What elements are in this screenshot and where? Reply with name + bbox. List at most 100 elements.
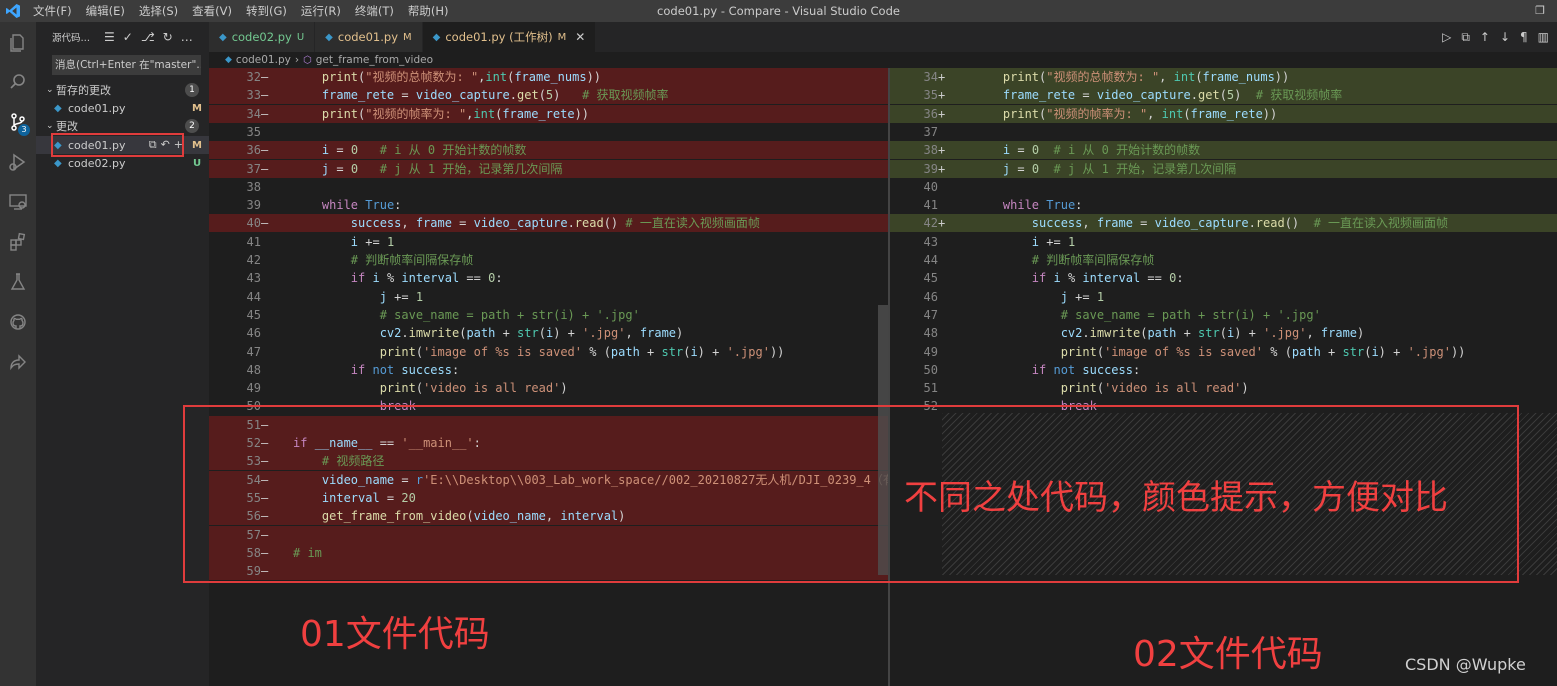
code-line[interactable]: 45 if i % interval == 0: — [890, 269, 1557, 287]
code-line[interactable]: 49 print('image of %s is saved' % (path … — [890, 343, 1557, 361]
code-line[interactable]: 35 — [209, 123, 889, 141]
code-line[interactable]: 47 print('image of %s is saved' % (path … — [209, 343, 889, 361]
line-number: 48 — [246, 362, 261, 377]
menu-edit[interactable]: 编辑(E) — [79, 0, 132, 22]
code-text: # save_name = path + str(i) + '.jpg' — [379, 307, 640, 322]
python-file-icon: ◆ — [432, 31, 441, 43]
code-text: cv2.imwrite(path + str(i) + '.jpg', fram… — [379, 326, 684, 341]
code-line[interactable]: 38 — [209, 178, 889, 196]
run-debug-icon[interactable] — [0, 142, 36, 182]
activity-bar: 3 — [0, 22, 36, 686]
breadcrumb-file[interactable]: code01.py — [236, 54, 291, 66]
restore-button[interactable]: ❐ — [1523, 0, 1557, 22]
code-line[interactable]: 43 i += 1 — [890, 233, 1557, 251]
code-text: print('video is all read') — [379, 381, 568, 396]
code-line[interactable]: 43 if i % interval == 0: — [209, 269, 889, 287]
staged-changes-label: 暂存的更改 — [56, 84, 111, 97]
previous-change-icon[interactable]: ↑ — [1480, 30, 1490, 44]
code-line[interactable]: 36— i = 0 # i 从 0 开始计数的帧数 — [209, 141, 889, 160]
line-number: 35 — [246, 124, 261, 139]
line-number: 37 — [246, 161, 261, 176]
toggle-whitespace-icon[interactable]: ¶ — [1520, 30, 1528, 44]
code-line[interactable]: 41 i += 1 — [209, 233, 889, 251]
code-line[interactable]: 41 while True: — [890, 196, 1557, 214]
code-line[interactable]: 33— frame_rete = video_capture.get(5) # … — [209, 86, 889, 105]
line-number: 42 — [246, 253, 261, 267]
line-number: 41 — [246, 234, 261, 249]
code-line[interactable]: 37 — [890, 123, 1557, 141]
editor-actions: ▷ ⧉ ↑ ↓ ¶ ▥ — [1442, 22, 1557, 52]
code-line[interactable]: 51 print('video is all read') — [890, 379, 1557, 397]
code-line[interactable]: 34 + print("视频的总帧数为: ", int(frame_nums)) — [890, 68, 1557, 86]
code-line[interactable]: 39 + j = 0 # j 从 1 开始，记录第几次间隔 — [890, 159, 1557, 178]
changes-count-badge: 2 — [185, 119, 199, 133]
staged-file-code01[interactable]: ◆ code01.py M — [36, 99, 209, 117]
close-icon[interactable]: ✕ — [575, 30, 585, 44]
tab-label: code02.py — [231, 30, 292, 44]
code-line[interactable]: 32— print("视频的总帧数为: ",int(frame_nums)) — [209, 68, 889, 86]
next-change-icon[interactable]: ↓ — [1500, 30, 1510, 44]
staged-changes-group[interactable]: ⌄ 暂存的更改 1 — [36, 81, 209, 99]
tab-code01-working-tree[interactable]: ◆ code01.py (工作树) M ✕ — [422, 22, 597, 52]
explorer-icon[interactable] — [0, 22, 36, 62]
code-line[interactable]: 38 + i = 0 # i 从 0 开始计数的帧数 — [890, 141, 1557, 160]
testing-icon[interactable] — [0, 262, 36, 302]
code-line[interactable]: 42 + success, frame = video_capture.read(… — [890, 214, 1557, 233]
menu-selection[interactable]: 选择(S) — [132, 0, 185, 22]
code-line[interactable]: 49 print('video is all read') — [209, 379, 889, 397]
code-line[interactable]: 36 + print("视频的帧率为: ", int(frame_rete)) — [890, 104, 1557, 123]
open-file-icon[interactable]: ⧉ — [1461, 30, 1470, 45]
branch-refresh-icon[interactable]: ⎇ — [141, 30, 155, 44]
code-line[interactable]: 48 cv2.imwrite(path + str(i) + '.jpg', f… — [890, 324, 1557, 342]
commit-check-icon[interactable]: ✓ — [123, 30, 133, 44]
remote-explorer-icon[interactable] — [0, 182, 36, 222]
menu-run[interactable]: 运行(R) — [294, 0, 348, 22]
commit-message-input[interactable]: 消息(Ctrl+Enter 在"master"… — [52, 55, 201, 75]
code-line[interactable]: 45 # save_name = path + str(i) + '.jpg' — [209, 306, 889, 324]
menu-view[interactable]: 查看(V) — [185, 0, 239, 22]
diff-marker: + — [938, 161, 946, 176]
refresh-icon[interactable]: ↻ — [163, 30, 173, 44]
vscode-logo-icon[interactable] — [0, 0, 26, 22]
code-line[interactable]: 42 # 判断帧率间隔保存帧 — [209, 251, 889, 269]
live-share-icon[interactable] — [0, 342, 36, 382]
code-line[interactable]: 40— success, frame = video_capture.read(… — [209, 214, 889, 233]
code-line[interactable]: 47 # save_name = path + str(i) + '.jpg' — [890, 306, 1557, 324]
extensions-icon[interactable] — [0, 222, 36, 262]
more-actions-icon[interactable]: … — [181, 30, 193, 44]
tab-code02[interactable]: ◆ code02.py U — [209, 22, 316, 52]
run-file-icon[interactable]: ▷ — [1442, 30, 1451, 44]
diff-editor-modified[interactable]: 34 + print("视频的总帧数为: ", int(frame_nums)) 3… — [890, 68, 1557, 686]
menu-help[interactable]: 帮助(H) — [401, 0, 456, 22]
python-file-icon: ◆ — [54, 157, 62, 169]
menu-file[interactable]: 文件(F) — [26, 0, 79, 22]
code-line[interactable]: 39 while True: — [209, 196, 889, 214]
view-as-tree-icon[interactable]: ☰ — [104, 30, 115, 44]
code-line[interactable]: 44 # 判断帧率间隔保存帧 — [890, 251, 1557, 269]
code-text: print('image of %s is saved' % (path + s… — [1060, 344, 1466, 359]
code-line[interactable]: 37— j = 0 # j 从 1 开始，记录第几次间隔 — [209, 159, 889, 178]
code-line[interactable]: 35 + frame_rete = video_capture.get(5) # … — [890, 86, 1557, 105]
split-editor-icon[interactable]: ▥ — [1538, 30, 1549, 44]
breadcrumb-symbol[interactable]: get_frame_from_video — [316, 54, 433, 66]
menu-go[interactable]: 转到(G) — [239, 0, 294, 22]
source-control-icon[interactable]: 3 — [0, 102, 36, 142]
code-line[interactable]: 46 j += 1 — [890, 288, 1557, 306]
window-controls: ❐ — [1523, 0, 1557, 22]
code-line[interactable]: 46 cv2.imwrite(path + str(i) + '.jpg', f… — [209, 324, 889, 342]
chevron-down-icon: ⌄ — [46, 121, 54, 131]
code-line[interactable]: 48 if not success: — [209, 361, 889, 379]
search-icon[interactable] — [0, 62, 36, 102]
menu-terminal[interactable]: 终端(T) — [348, 0, 401, 22]
code-text: i = 0 # i 从 0 开始计数的帧数 — [1002, 143, 1201, 158]
code-line[interactable]: 50 if not success: — [890, 361, 1557, 379]
code-text: success, frame = video_capture.read() # … — [350, 216, 760, 231]
code-text: print("视频的总帧数为: ", int(frame_nums)) — [1002, 70, 1290, 84]
tab-code01[interactable]: ◆ code01.py M — [315, 22, 423, 52]
code-line[interactable]: 44 j += 1 — [209, 288, 889, 306]
code-line[interactable]: 40 — [890, 178, 1557, 196]
diff-editor-original[interactable]: 32— print("视频的总帧数为: ",int(frame_nums)) 33… — [209, 68, 889, 686]
code-text: # 判断帧率间隔保存帧 — [350, 253, 474, 267]
github-icon[interactable] — [0, 302, 36, 342]
code-line[interactable]: 34— print("视频的帧率为: ",int(frame_rete)) — [209, 104, 889, 123]
